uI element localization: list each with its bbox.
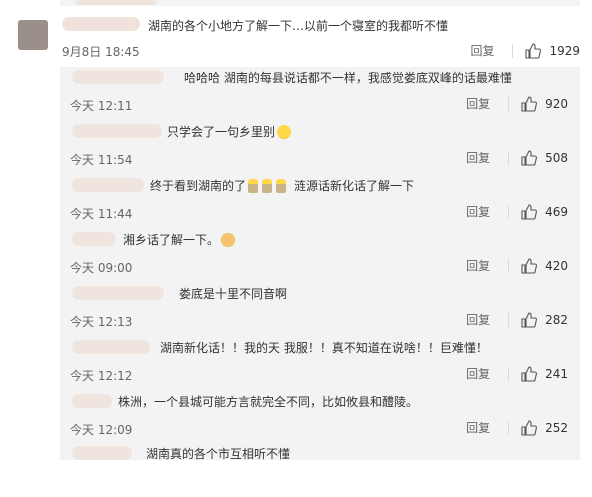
reply-button[interactable]: 回复 xyxy=(466,203,490,220)
reply-button[interactable]: 回复 xyxy=(466,365,490,382)
reply-item: 湖南新化话！！我的天 我服！！真不知道在说啥！！巨难懂！ 今天 12:12 回复… xyxy=(60,337,580,391)
blurred-username[interactable] xyxy=(72,124,162,138)
avatar[interactable] xyxy=(18,20,48,50)
reply-button[interactable]: 回复 xyxy=(466,419,490,436)
like-icon[interactable] xyxy=(521,419,538,436)
blurred-username[interactable] xyxy=(72,70,164,84)
candle-emoji-icon xyxy=(248,178,259,193)
reply-actions: 回复 282 xyxy=(466,311,568,328)
reply-item: 终于看到湖南的了 涟源话新化话了解一下 今天 11:44 回复 469 xyxy=(60,175,580,229)
reply-text: 涟源话新化话了解一下 xyxy=(294,179,415,193)
like-icon[interactable] xyxy=(521,257,538,274)
candle-emoji-icon xyxy=(262,178,273,193)
dog-emoji-icon xyxy=(221,232,236,247)
comment-time: 9月8日 18:45 xyxy=(62,45,140,59)
reply-item: 湘乡话了解一下。 今天 09:00 回复 420 xyxy=(60,229,580,283)
like-count: 252 xyxy=(545,420,568,435)
reply-text: 湖南新化话！！我的天 我服！！真不知道在说啥！！巨难懂！ xyxy=(160,341,488,355)
reply-text: 只学会了一句乡里别 xyxy=(167,125,276,139)
reply-time: 今天 12:09 xyxy=(70,423,133,437)
reply-button[interactable]: 回复 xyxy=(466,257,490,274)
reply-text: 株洲，一个县城可能方言就完全不同，比如攸县和醴陵。 xyxy=(118,395,419,409)
reply-text-row: 终于看到湖南的了 涟源话新化话了解一下 xyxy=(150,177,414,194)
like-icon[interactable] xyxy=(521,95,538,112)
divider xyxy=(508,150,510,165)
main-comment: 湖南的各个小地方了解一下…以前一个寝室的我都听不懂 9月8日 18:45 回复 … xyxy=(0,12,592,62)
reply-actions: 回复 420 xyxy=(466,257,568,274)
like-count: 920 xyxy=(545,96,568,111)
reply-actions: 回复 252 xyxy=(466,419,568,436)
like-icon[interactable] xyxy=(521,311,538,328)
reply-time: 今天 12:11 xyxy=(70,99,133,113)
reply-item: 哈哈哈 湖南的每县说话都不一样，我感觉娄底双峰的话最难懂 今天 12:11 回复… xyxy=(60,67,580,121)
divider xyxy=(508,420,510,435)
reply-actions: 回复 469 xyxy=(466,203,568,220)
divider xyxy=(508,258,510,273)
blurred-username[interactable] xyxy=(72,178,144,192)
laugh-emoji-icon xyxy=(277,124,292,139)
reply-time: 今天 12:13 xyxy=(70,315,133,329)
reply-text: 终于看到湖南的了 xyxy=(150,179,247,193)
reply-text: 湘乡话了解一下。 xyxy=(123,233,220,247)
divider xyxy=(508,312,510,327)
divider xyxy=(508,96,510,111)
like-count: 508 xyxy=(545,150,568,165)
like-icon[interactable] xyxy=(521,203,538,220)
reply-text: 哈哈哈 湖南的每县说话都不一样，我感觉娄底双峰的话最难懂 xyxy=(184,71,512,85)
divider xyxy=(508,204,510,219)
reply-time: 今天 12:12 xyxy=(70,369,133,383)
comment-actions: 回复 1929 xyxy=(470,42,580,59)
like-icon[interactable] xyxy=(521,365,538,382)
reply-item: 株洲，一个县城可能方言就完全不同，比如攸县和醴陵。 今天 12:09 回复 25… xyxy=(60,391,580,445)
reply-button[interactable]: 回复 xyxy=(466,95,490,112)
blurred-username[interactable] xyxy=(72,232,116,246)
reply-text: 娄底是十里不同音啊 xyxy=(179,287,288,301)
reply-actions: 回复 920 xyxy=(466,95,568,112)
blurred-username[interactable] xyxy=(72,446,132,460)
reply-text-row: 湘乡话了解一下。 xyxy=(123,231,237,248)
reply-item: 只学会了一句乡里别 今天 11:54 回复 508 xyxy=(60,121,580,175)
like-icon[interactable] xyxy=(525,42,542,59)
like-icon[interactable] xyxy=(521,149,538,166)
reply-item: 娄底是十里不同音啊 今天 12:13 回复 282 xyxy=(60,283,580,337)
reply-actions: 回复 241 xyxy=(466,365,568,382)
divider xyxy=(512,43,514,58)
blurred-username xyxy=(76,0,156,5)
like-count: 420 xyxy=(545,258,568,273)
blurred-username[interactable] xyxy=(62,17,140,31)
blurred-username[interactable] xyxy=(72,340,150,354)
like-count: 282 xyxy=(545,312,568,327)
reply-button[interactable]: 回复 xyxy=(466,311,490,328)
blurred-username[interactable] xyxy=(72,286,164,300)
reply-time: 今天 11:44 xyxy=(70,207,133,221)
reply-time: 今天 09:00 xyxy=(70,261,133,275)
reply-button[interactable]: 回复 xyxy=(466,149,490,166)
blurred-username[interactable] xyxy=(72,394,112,408)
like-count: 241 xyxy=(545,366,568,381)
reply-item: 湖南真的各个市互相听不懂 xyxy=(60,443,580,497)
reply-text: 湖南真的各个市互相听不懂 xyxy=(146,447,291,461)
like-count: 469 xyxy=(545,204,568,219)
reply-list: 哈哈哈 湖南的每县说话都不一样，我感觉娄底双峰的话最难懂 今天 12:11 回复… xyxy=(60,67,580,461)
divider xyxy=(508,366,510,381)
comment-text: 湖南的各个小地方了解一下…以前一个寝室的我都听不懂 xyxy=(148,19,449,33)
like-count: 1929 xyxy=(549,43,580,58)
reply-time: 今天 11:54 xyxy=(70,153,133,167)
candle-emoji-icon xyxy=(276,178,287,193)
reply-button[interactable]: 回复 xyxy=(470,42,494,59)
reply-text-row: 只学会了一句乡里别 xyxy=(167,123,293,140)
reply-actions: 回复 508 xyxy=(466,149,568,166)
